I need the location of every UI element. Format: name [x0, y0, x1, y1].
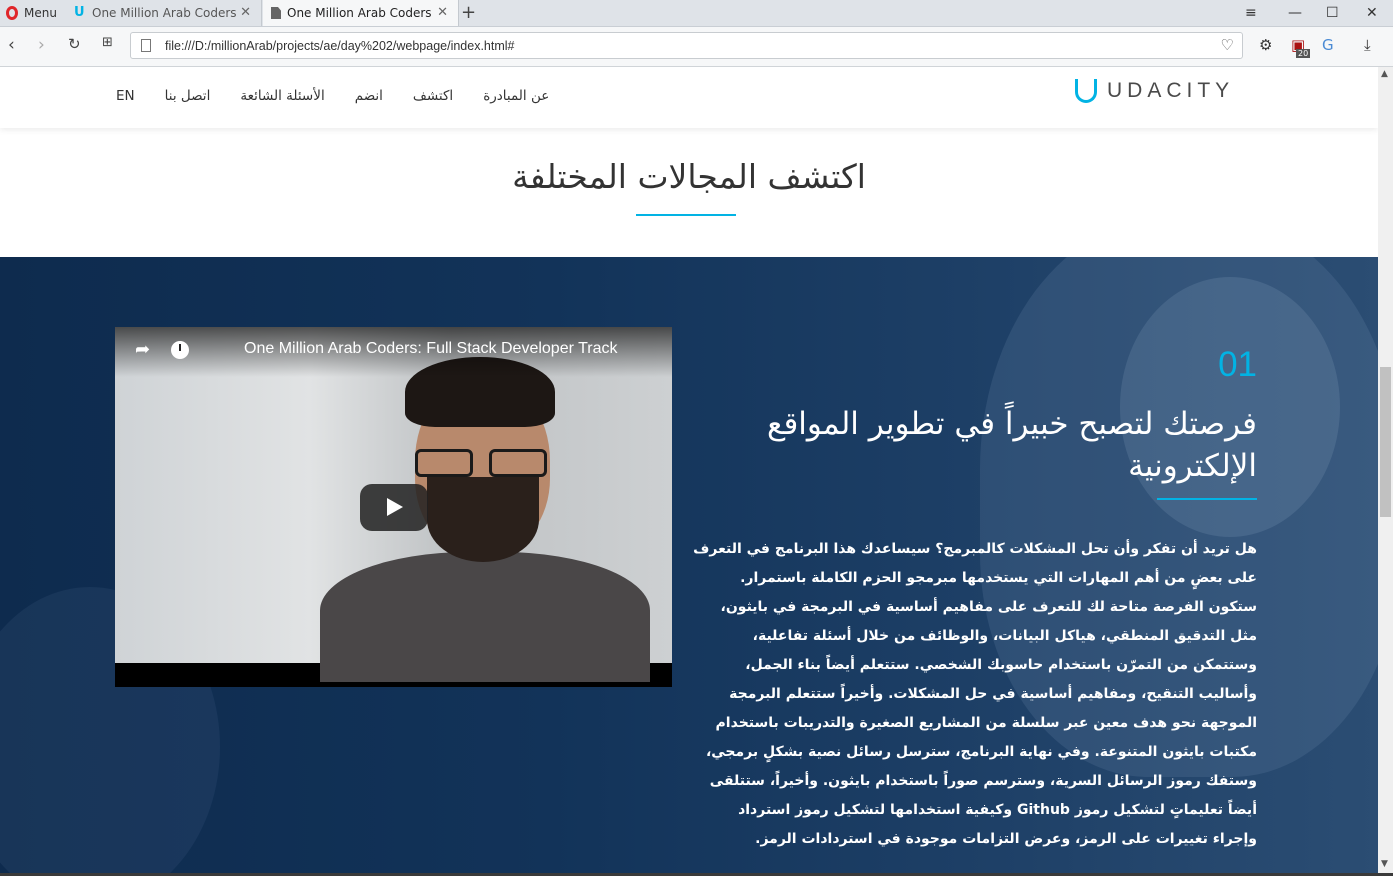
tab-close-icon[interactable]: ✕	[437, 5, 448, 20]
download-icon[interactable]: ⤓	[1364, 36, 1371, 54]
main-nav: EN اتصل بنا الأسئلة الشائعة انضم اكتشف ع…	[116, 88, 549, 104]
track-heading: فرصتك لتصبح خبيراً في تطوير المواقع الإل…	[766, 406, 1257, 484]
forward-icon[interactable]: ›	[38, 35, 45, 55]
page-viewport: UDACITY EN اتصل بنا الأسئلة الشائعة انضم…	[0, 67, 1378, 873]
section-title: اكتشف المجالات المختلفة	[512, 157, 866, 196]
extension-badge: 20	[1296, 49, 1311, 58]
tab-title: One Million Arab Coders	[92, 6, 237, 20]
browser-menu-button[interactable]: Menu	[0, 0, 66, 26]
translate-extension-icon[interactable]: G	[1322, 36, 1334, 54]
reload-icon[interactable]: ↻	[68, 35, 81, 53]
track-section: ➦ One Million Arab Coders: Full Stack De…	[0, 257, 1378, 873]
udacity-u-icon	[1075, 79, 1097, 103]
tab-menu-icon[interactable]: ≡	[1245, 0, 1257, 26]
tab-1[interactable]: U One Million Arab Coders ✕	[66, 0, 262, 26]
thumbnail-person-beard	[427, 477, 539, 562]
thumbnail-glasses	[415, 449, 555, 479]
back-icon[interactable]: ‹	[8, 35, 15, 55]
thumbnail-person-body	[320, 552, 650, 682]
opera-logo-icon	[6, 6, 18, 20]
nav-contact[interactable]: اتصل بنا	[165, 88, 211, 104]
page-scrollbar[interactable]: ▲ ▼	[1378, 67, 1393, 873]
watch-later-clock-icon[interactable]	[171, 341, 189, 359]
nav-language[interactable]: EN	[116, 88, 135, 104]
play-button[interactable]	[360, 484, 428, 531]
speed-dial-icon[interactable]: ⊞	[102, 35, 113, 50]
page-info-icon[interactable]	[141, 39, 151, 52]
scroll-down-icon[interactable]: ▼	[1381, 859, 1388, 869]
video-title[interactable]: One Million Arab Coders: Full Stack Deve…	[244, 340, 617, 358]
bookmark-heart-icon[interactable]: ♡	[1221, 36, 1234, 54]
udacity-logo[interactable]: UDACITY	[1075, 79, 1234, 103]
address-toolbar: ‹ › ↻ ⊞ file:///D:/millionArab/projects/…	[0, 27, 1393, 67]
track-number: 01	[1218, 345, 1257, 384]
youtube-video-embed[interactable]: ➦ One Million Arab Coders: Full Stack De…	[115, 327, 672, 687]
site-header: UDACITY EN اتصل بنا الأسئلة الشائعة انضم…	[0, 67, 1378, 128]
browser-menu-label: Menu	[24, 6, 57, 20]
url-text: file:///D:/millionArab/projects/ae/day%2…	[165, 38, 515, 53]
close-window-icon[interactable]: ✕	[1366, 0, 1378, 26]
heading-underline	[1157, 498, 1257, 500]
nav-about[interactable]: عن المبادرة	[483, 88, 549, 104]
udacity-favicon-icon: U	[74, 5, 85, 20]
title-underline	[636, 214, 736, 216]
logo-text: UDACITY	[1107, 79, 1235, 102]
document-favicon-icon	[271, 7, 281, 19]
tab-title: One Million Arab Coders	[287, 6, 432, 20]
track-description: هل تريد أن تفكر وأن تحل المشكلات كالمبرم…	[693, 541, 1257, 847]
new-tab-button[interactable]: +	[461, 2, 476, 23]
url-field[interactable]: file:///D:/millionArab/projects/ae/day%2…	[130, 32, 1243, 59]
settings-gear-icon[interactable]: ⚙	[1259, 36, 1272, 54]
nav-join[interactable]: انضم	[355, 88, 383, 104]
maximize-icon[interactable]: ☐	[1326, 0, 1339, 26]
minimize-icon[interactable]: —	[1288, 0, 1302, 26]
browser-tab-bar: Menu U One Million Arab Coders ✕ One Mil…	[0, 0, 1393, 27]
share-icon[interactable]: ➦	[135, 341, 155, 359]
scroll-up-icon[interactable]: ▲	[1381, 69, 1388, 79]
tab-close-icon[interactable]: ✕	[240, 5, 251, 20]
scroll-thumb[interactable]	[1380, 367, 1391, 517]
nav-faq[interactable]: الأسئلة الشائعة	[240, 88, 324, 104]
nav-discover[interactable]: اكتشف	[413, 88, 453, 104]
tab-2-active[interactable]: One Million Arab Coders ✕	[263, 0, 459, 26]
